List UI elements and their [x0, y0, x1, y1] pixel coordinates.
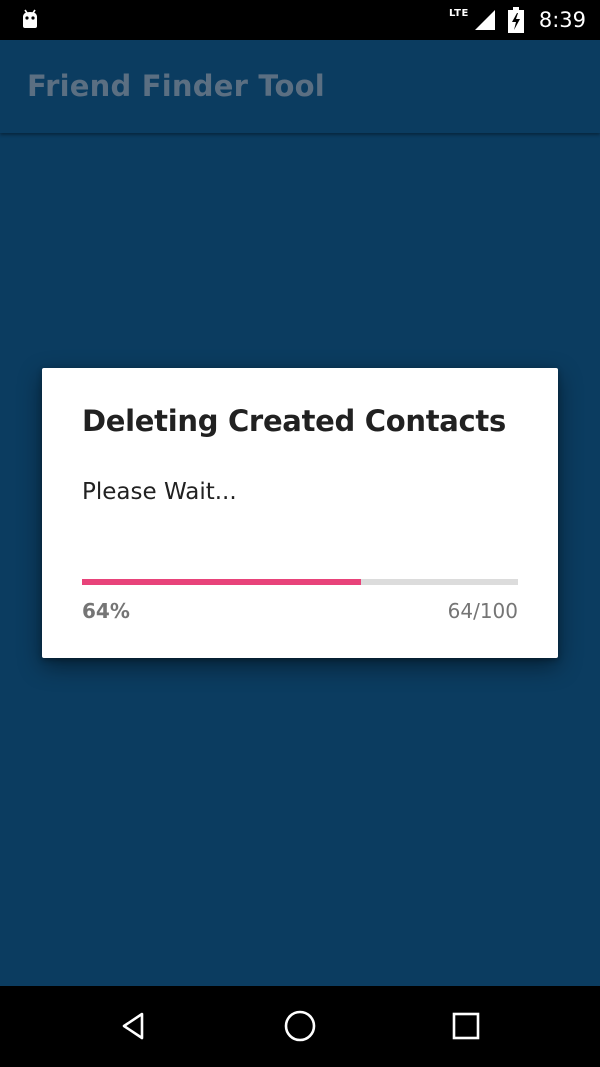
network-type-label: LTE: [448, 7, 469, 19]
signal-icon: [474, 10, 495, 30]
recents-button[interactable]: [444, 1004, 488, 1048]
dialog-message: Please Wait...: [82, 479, 237, 505]
android-debug-icon: [23, 9, 37, 28]
app-content: Friend Finder Tool Deleting Created Cont…: [0, 40, 600, 986]
progress-count: 64/100: [447, 599, 518, 623]
clock: 8:39: [538, 8, 586, 32]
progress-percent: 64%: [82, 599, 130, 623]
progress-bar: [82, 579, 518, 585]
progress-bar-fill: [82, 579, 362, 585]
recents-icon: [452, 1012, 480, 1040]
navigation-bar: [0, 986, 600, 1067]
home-button[interactable]: [278, 1004, 322, 1048]
battery-charging-icon: [507, 7, 524, 33]
dialog-title: Deleting Created Contacts: [82, 404, 506, 438]
app-toolbar: Friend Finder Tool: [0, 40, 600, 133]
home-icon: [284, 1010, 316, 1042]
status-icons: LTE 8:39: [449, 0, 586, 40]
progress-dialog: Deleting Created Contacts Please Wait...…: [42, 368, 558, 658]
back-icon: [122, 1012, 144, 1040]
status-bar: LTE 8:39: [0, 0, 600, 40]
back-button[interactable]: [112, 1004, 156, 1048]
app-title: Friend Finder Tool: [27, 69, 325, 103]
